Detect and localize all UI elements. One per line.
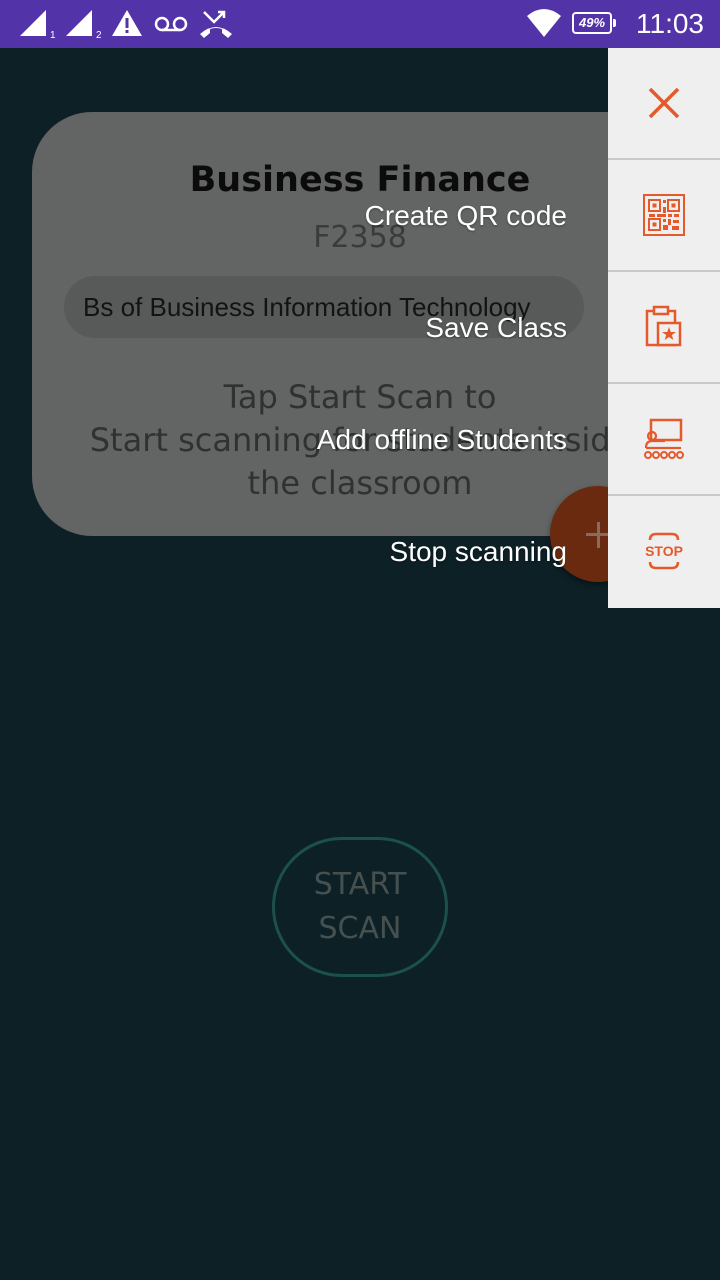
missed-call-icon <box>200 10 232 38</box>
qr-code-icon <box>643 194 685 236</box>
fab-menu-panel: STOP <box>608 48 720 608</box>
close-button[interactable] <box>608 48 720 158</box>
start-scan-label: START <box>313 867 407 902</box>
add-offline-students-label[interactable]: Add offline Students <box>317 424 567 456</box>
create-qr-code-button[interactable] <box>608 160 720 270</box>
add-offline-students-button[interactable] <box>608 384 720 494</box>
stop-scanning-button[interactable]: STOP <box>608 496 720 606</box>
classroom-icon <box>644 418 684 459</box>
status-bar: 1 2 49% 11:03 <box>0 0 720 48</box>
svg-text:STOP: STOP <box>645 543 683 559</box>
signal-sim2-icon: 2 <box>66 10 102 40</box>
warning-icon <box>112 10 142 36</box>
svg-text:1: 1 <box>50 30 56 40</box>
close-icon <box>648 87 680 119</box>
battery-indicator: 49% <box>572 12 616 34</box>
voicemail-icon <box>154 16 188 32</box>
screen: 1 2 49% 11:03 Business Finance F2358 Bs … <box>0 0 720 1280</box>
svg-text:2: 2 <box>96 30 102 40</box>
wifi-icon <box>527 9 561 37</box>
save-class-button[interactable] <box>608 272 720 382</box>
clipboard-star-icon <box>645 305 682 347</box>
signal-sim1-icon: 1 <box>20 10 56 40</box>
stop-scanning-label[interactable]: Stop scanning <box>390 536 567 568</box>
instruction-line: Tap Start Scan to <box>223 378 497 416</box>
save-class-label[interactable]: Save Class <box>425 312 567 344</box>
start-scan-button[interactable]: START SCAN <box>272 837 448 977</box>
stop-icon: STOP <box>645 532 683 570</box>
start-scan-label: SCAN <box>318 911 402 946</box>
create-qr-code-label[interactable]: Create QR code <box>365 200 567 232</box>
clock: 11:03 <box>636 8 704 39</box>
